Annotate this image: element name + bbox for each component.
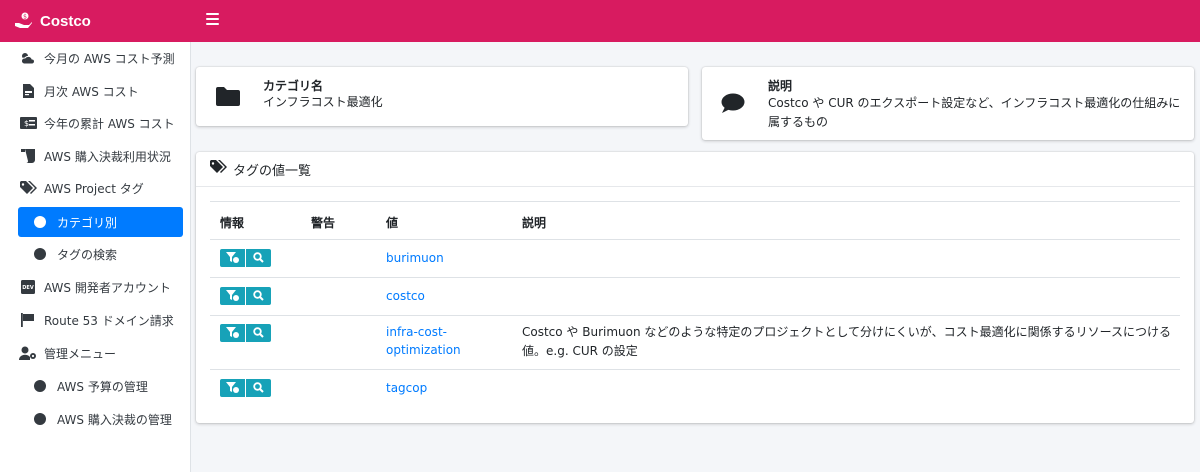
brand-link[interactable]: $ Costco [0,0,191,42]
table-row-actions [220,379,271,397]
svg-text:DEV: DEV [22,285,34,291]
category-info-card: カテゴリ名 インフラコスト最適化 [196,67,688,126]
sidebar-item-ytd-cost[interactable]: $ 今年の累計 AWS コスト [0,109,191,137]
filter-cost-button[interactable] [220,249,245,267]
tag-value-link[interactable]: burimuon [386,249,444,267]
tag-description: Costco や Burimuon などのような特定のプロジェクトとして分けにく… [522,325,1171,358]
flag-icon [19,311,37,329]
sidebar-item-developer-accounts[interactable]: DEV AWS 開発者アカウント [0,273,191,301]
user-cog-icon [19,344,37,362]
description-value: Costco や CUR のエクスポート設定など、インフラコスト最適化の仕組みに… [768,96,1181,129]
sidebar-item-budget-admin[interactable]: AWS 予算の管理 [0,372,191,400]
money-check-icon: $ [19,114,37,132]
category-value: インフラコスト最適化 [263,95,383,109]
filter-cost-button[interactable] [220,324,245,342]
sidebar-item-label: AWS 開発者アカウント [44,280,171,295]
tag-value-link[interactable]: tagcop [386,379,427,397]
sidebar-item-label: AWS Project タグ [44,181,144,196]
sidebar-item-route53-billing[interactable]: Route 53 ドメイン請求 [0,306,191,334]
search-button[interactable] [246,379,271,397]
sidebar: 今月の AWS コスト予測 月次 AWS コスト $ 今年の累計 AWS コスト… [0,42,191,472]
tags-icon [210,160,227,178]
receipt-icon [19,147,37,165]
circle-icon [34,248,46,260]
column-header-warning: 警告 [311,216,336,230]
sidebar-item-label: AWS 購入決裁利用状況 [44,149,171,164]
card-title: タグの値一覧 [233,163,312,179]
circle-icon [34,380,46,392]
sidebar-item-label: タグの検索 [57,247,118,262]
column-header-description: 説明 [522,216,547,230]
svg-text:$: $ [23,13,27,20]
filter-dollar-icon [226,289,239,304]
sidebar-item-label: 管理メニュー [44,346,117,361]
sidebar-item-project-tags[interactable]: AWS Project タグ [0,174,191,202]
brand-title: Costco [40,12,91,30]
search-button[interactable] [246,324,271,342]
sidebar-item-label: AWS 予算の管理 [57,379,148,394]
sidebar-item-purchase-admin[interactable]: AWS 購入決裁の管理 [0,405,191,433]
table-top-divider [210,201,1180,202]
table-row-actions [220,249,271,267]
row-divider [210,369,1180,370]
row-divider [210,315,1180,316]
sidebar-item-label: Route 53 ドメイン請求 [44,313,174,328]
table-row-actions [220,287,271,305]
filter-cost-button[interactable] [220,287,245,305]
sidebar-item-monthly-forecast[interactable]: 今月の AWS コスト予測 [0,44,191,72]
sidebar-item-purchase-approval[interactable]: AWS 購入決裁利用状況 [0,142,191,170]
description-info-card: 説明 Costco や CUR のエクスポート設定など、インフラコスト最適化の仕… [702,67,1194,140]
description-label: 説明 [768,79,793,93]
table-row-actions [220,324,271,342]
dev-icon: DEV [19,278,37,296]
sidebar-item-admin-menu[interactable]: 管理メニュー [0,339,191,367]
top-navbar: $ Costco [0,0,1200,42]
filter-dollar-icon [226,326,239,341]
tags-icon [19,179,37,197]
sidebar-item-label: 月次 AWS コスト [44,84,139,99]
search-icon [253,251,264,266]
filter-cost-button[interactable] [220,379,245,397]
header-divider [210,239,1180,240]
tag-values-card-header: タグの値一覧 [196,152,1194,187]
folder-icon [216,87,240,109]
filter-dollar-icon [226,251,239,266]
file-invoice-icon [19,82,37,100]
column-header-value: 値 [386,216,399,230]
category-label: カテゴリ名 [263,79,324,93]
filter-dollar-icon [226,381,239,396]
circle-icon [34,413,46,425]
tag-values-card: タグの値一覧 情報 警告 値 説明 burimuon costco infra-… [196,152,1194,423]
column-header-info: 情報 [220,216,245,230]
comment-icon [721,93,745,117]
search-button[interactable] [246,249,271,267]
search-icon [253,326,264,341]
search-button[interactable] [246,287,271,305]
tag-value-link[interactable]: infra-cost-optimization [386,323,486,359]
circle-icon [34,216,46,228]
hamburger-menu-icon[interactable] [206,13,219,27]
sidebar-item-label: 今月の AWS コスト予測 [44,51,175,66]
sidebar-item-by-category[interactable]: カテゴリ別 [18,207,183,237]
row-divider [210,277,1180,278]
cloud-sun-icon [19,49,37,67]
tag-value-link[interactable]: costco [386,287,425,305]
sidebar-item-tag-search[interactable]: タグの検索 [0,240,191,268]
sidebar-item-monthly-cost[interactable]: 月次 AWS コスト [0,77,191,105]
search-icon [253,381,264,396]
sidebar-item-label: 今年の累計 AWS コスト [44,116,175,131]
sidebar-item-label: AWS 購入決裁の管理 [57,412,172,427]
hand-holding-usd-icon: $ [14,11,34,32]
search-icon [253,289,264,304]
sidebar-item-label: カテゴリ別 [57,215,118,230]
svg-text:$: $ [24,119,29,128]
